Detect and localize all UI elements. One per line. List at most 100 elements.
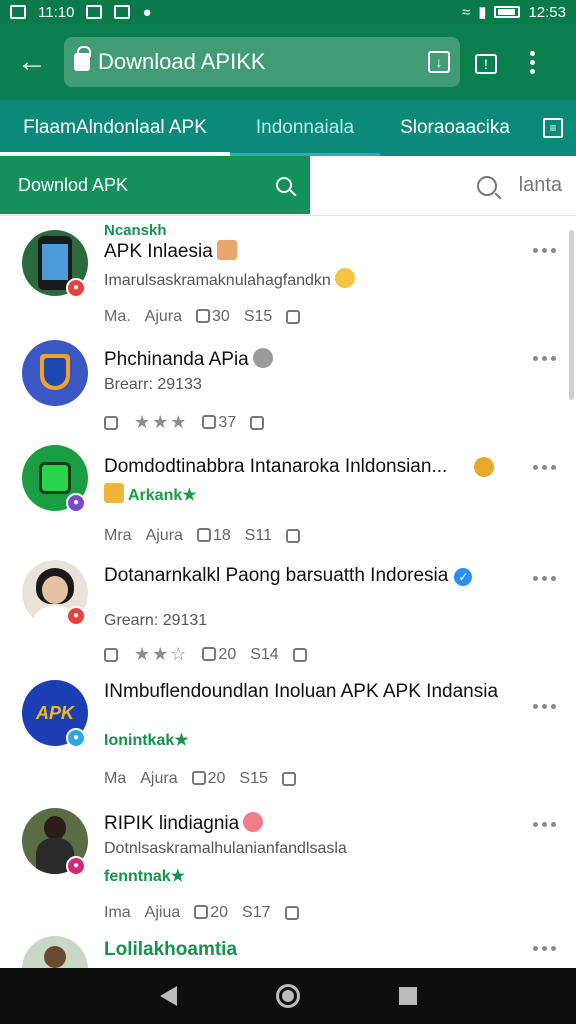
item-subtitle: Arkank★ bbox=[104, 483, 506, 505]
search-chip-label: Downlod APK bbox=[18, 174, 129, 195]
tab-label: FlaamAlndonlaal APK bbox=[23, 117, 207, 138]
share-icon[interactable] bbox=[250, 415, 265, 430]
tab-strip: FlaamAlndonlaal APK Indonnaiala Sloraoaa… bbox=[0, 100, 576, 156]
signal-icon: ▮ bbox=[478, 4, 487, 21]
more-options-icon[interactable] bbox=[533, 465, 556, 470]
emoji-icon bbox=[474, 457, 494, 477]
emoji-icon bbox=[252, 348, 273, 368]
search-chip[interactable]: Downlod APK bbox=[0, 156, 310, 214]
emoji-icon bbox=[334, 268, 355, 288]
url-bar[interactable]: Download APIKK ↓ bbox=[64, 37, 460, 87]
meta-text: Ajura bbox=[145, 527, 183, 544]
meta-likes: 20 bbox=[202, 646, 236, 664]
item-subtitle: Imarulsaskramaknulahagfandkn bbox=[104, 268, 506, 290]
search-field[interactable]: lanta bbox=[310, 156, 576, 215]
image-icon bbox=[114, 5, 131, 19]
rating-stars: ★★★ bbox=[134, 412, 189, 432]
item-overline: Ncanskh bbox=[104, 222, 167, 239]
tab-list-icon: ≡ bbox=[543, 118, 563, 138]
search-field-text: lanta bbox=[518, 174, 562, 196]
warning-icon bbox=[104, 483, 124, 503]
more-options-icon[interactable] bbox=[533, 822, 556, 827]
list-item[interactable]: Lolilakhoamtia bbox=[0, 934, 576, 968]
notification-icon bbox=[86, 5, 103, 19]
like-icon bbox=[196, 309, 211, 323]
list-item[interactable]: APK ● INmbuflendoundlan Inoluan APK APK … bbox=[0, 674, 576, 804]
meta-text: S15 bbox=[243, 308, 273, 325]
meta-text: Ma bbox=[104, 770, 127, 787]
item-title: Dotanarnkalkl Paong barsuatth Indoresia ✓ bbox=[104, 564, 506, 587]
meta-text: Ajura bbox=[144, 308, 183, 325]
tab-label: Indonnaiala bbox=[255, 117, 355, 138]
item-title: Lolilakhoamtia bbox=[104, 939, 238, 960]
tab-2[interactable]: Indonnaiala bbox=[230, 100, 380, 156]
status-time-left: 11:10 bbox=[38, 3, 75, 21]
tab-3[interactable]: Sloraoaacika bbox=[380, 100, 530, 156]
more-options-icon[interactable] bbox=[533, 356, 556, 361]
share-icon[interactable] bbox=[286, 529, 300, 543]
more-options-icon[interactable] bbox=[533, 248, 556, 253]
meta-likes: 18 bbox=[196, 527, 231, 545]
meta-likes: 20 bbox=[191, 770, 225, 788]
search-icon[interactable] bbox=[276, 177, 292, 193]
share-icon[interactable] bbox=[286, 310, 301, 324]
like-icon bbox=[202, 414, 217, 429]
nav-back-icon[interactable] bbox=[159, 986, 177, 1006]
nav-recents-icon[interactable] bbox=[398, 987, 417, 1005]
tab-1[interactable]: FlaamAlndonlaal APK bbox=[0, 100, 230, 156]
more-options-icon[interactable] bbox=[533, 946, 556, 951]
list-item[interactable]: ● RIPIK lindiagnia Dotnlsaskramalhulania… bbox=[0, 804, 576, 934]
result-list: ● Ncanskh APK Inlaesia Imarulsaskramaknu… bbox=[0, 216, 576, 968]
like-icon bbox=[194, 905, 209, 919]
meta-text: 20 bbox=[210, 904, 229, 921]
url-text: Download APIKK bbox=[98, 49, 266, 74]
repost-icon[interactable] bbox=[104, 647, 118, 662]
list-item[interactable]: ● Domdodtinabbra Intanaroka Inldonsian..… bbox=[0, 441, 576, 556]
item-title: Phchinanda APia bbox=[104, 348, 506, 371]
item-title: Domdodtinabbra Intanaroka Inldonsian... bbox=[104, 456, 448, 477]
battery-icon bbox=[494, 6, 521, 18]
share-icon[interactable] bbox=[284, 906, 299, 920]
share-icon[interactable] bbox=[292, 647, 307, 662]
item-title-text: Dotanarnkalkl Paong barsuatth Indoresia bbox=[104, 565, 449, 586]
meta-text: 30 bbox=[212, 308, 230, 325]
back-arrow-icon[interactable]: ← bbox=[0, 45, 64, 79]
item-title: RIPIK lindiagnia bbox=[104, 812, 506, 835]
meta-text: S17 bbox=[242, 904, 271, 921]
list-item[interactable]: ● Dotanarnkalkl Paong barsuatth Indoresi… bbox=[0, 556, 576, 674]
list-item[interactable]: ● Ncanskh APK Inlaesia Imarulsaskramaknu… bbox=[0, 216, 576, 336]
repost-icon[interactable] bbox=[104, 415, 118, 430]
more-options-icon[interactable] bbox=[533, 576, 556, 581]
item-subtitle-text: Arkank★ bbox=[128, 487, 197, 504]
app-toolbar: ← Download APIKK ↓ ! bbox=[0, 24, 576, 100]
item-title-text: APK Inlaesia bbox=[104, 241, 213, 262]
search-icon bbox=[476, 175, 497, 196]
item-title: APK Inlaesia bbox=[104, 240, 506, 263]
overflow-menu-icon[interactable] bbox=[512, 50, 552, 74]
status-time-right: 12:53 bbox=[528, 3, 566, 21]
list-item[interactable]: Phchinanda APia Brearr: 29133 ★★★ 37 bbox=[0, 336, 576, 441]
item-meta: ★★☆ 20 S14 bbox=[104, 644, 309, 665]
wifi-icon: ≈ bbox=[461, 3, 471, 21]
meta-text: Ma. bbox=[104, 308, 131, 325]
more-options-icon[interactable] bbox=[533, 704, 556, 709]
avatar bbox=[22, 936, 88, 968]
badge-icon: ● bbox=[66, 606, 86, 626]
status-right: ≈ ▮ 12:53 bbox=[461, 3, 566, 22]
gallery-icon bbox=[10, 5, 26, 19]
tab-menu[interactable]: ≡ bbox=[530, 100, 576, 156]
item-subtitle: Ionintkak★ bbox=[104, 732, 189, 749]
item-meta: ★★★ 37 bbox=[104, 412, 266, 433]
download-icon[interactable]: ↓ bbox=[428, 51, 450, 73]
bell-icon: ● bbox=[142, 3, 152, 21]
share-icon[interactable] bbox=[281, 772, 296, 786]
tab-label: Sloraoaacika bbox=[400, 117, 510, 138]
badge-icon: ● bbox=[66, 278, 86, 298]
lock-icon bbox=[74, 46, 91, 71]
tabs-button[interactable]: ! bbox=[460, 48, 512, 76]
item-subtitle: Brearr: 29133 bbox=[104, 376, 202, 393]
item-subtitle: Grearn: 29131 bbox=[104, 612, 208, 629]
scrollbar[interactable] bbox=[569, 230, 574, 400]
item-tag: fenntnak★ bbox=[104, 868, 186, 885]
nav-home-icon[interactable] bbox=[275, 984, 300, 1008]
